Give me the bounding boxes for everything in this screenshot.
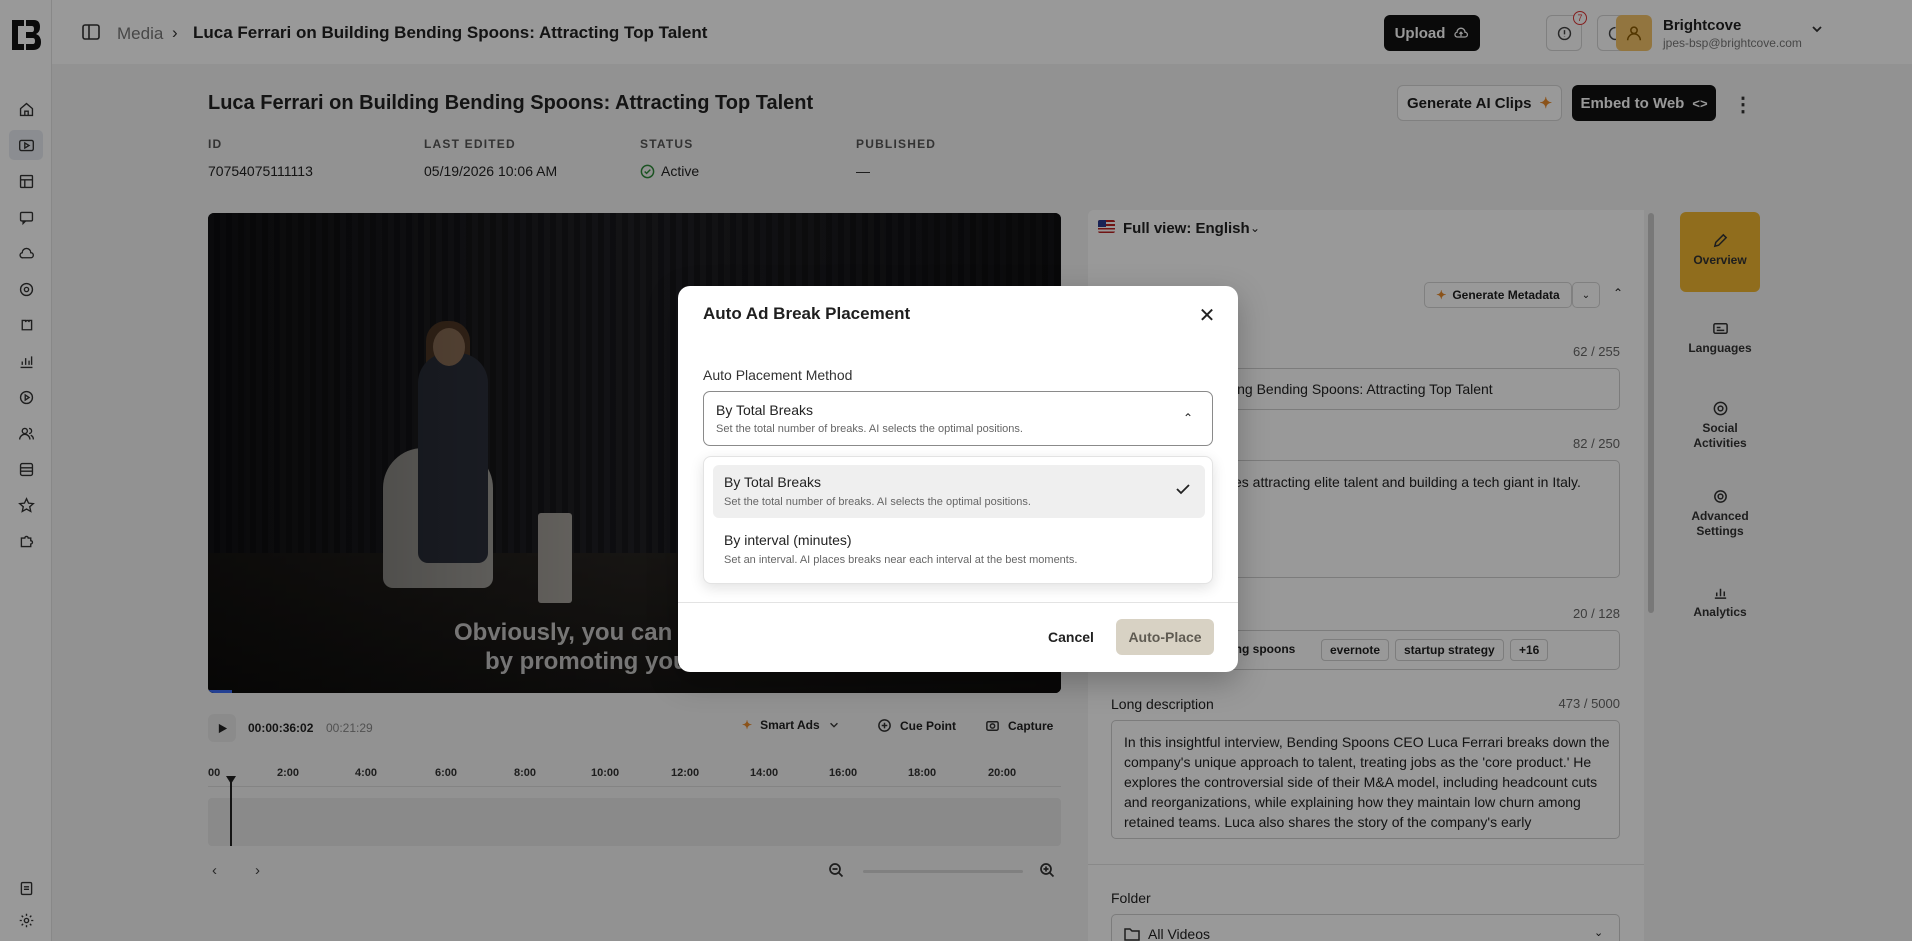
modal-footer-divider	[678, 602, 1238, 603]
close-icon[interactable]: ✕	[1195, 304, 1219, 328]
option-by-interval[interactable]: By interval (minutes) Set an interval. A…	[713, 523, 1205, 576]
placement-method-label: Auto Placement Method	[703, 367, 853, 383]
placement-method-select[interactable]: By Total Breaks Set the total number of …	[703, 391, 1213, 446]
auto-ad-break-modal: Auto Ad Break Placement ✕ Auto Placement…	[678, 286, 1238, 672]
placement-method-dropdown: By Total Breaks Set the total number of …	[703, 456, 1213, 584]
select-value-subtitle: Set the total number of breaks. AI selec…	[716, 423, 1023, 435]
check-icon	[1176, 484, 1190, 495]
option-subtitle: Set an interval. AI places breaks near e…	[724, 554, 1078, 566]
option-title: By interval (minutes)	[724, 532, 852, 548]
option-subtitle: Set the total number of breaks. AI selec…	[724, 496, 1031, 508]
select-value-title: By Total Breaks	[716, 402, 814, 418]
auto-place-button[interactable]: Auto-Place	[1116, 619, 1214, 655]
cancel-button[interactable]: Cancel	[1041, 619, 1101, 655]
option-title: By Total Breaks	[724, 474, 822, 490]
modal-title: Auto Ad Break Placement	[703, 304, 911, 323]
option-by-total-breaks[interactable]: By Total Breaks Set the total number of …	[713, 465, 1205, 518]
chevron-up-icon: ⌃	[1183, 411, 1194, 425]
